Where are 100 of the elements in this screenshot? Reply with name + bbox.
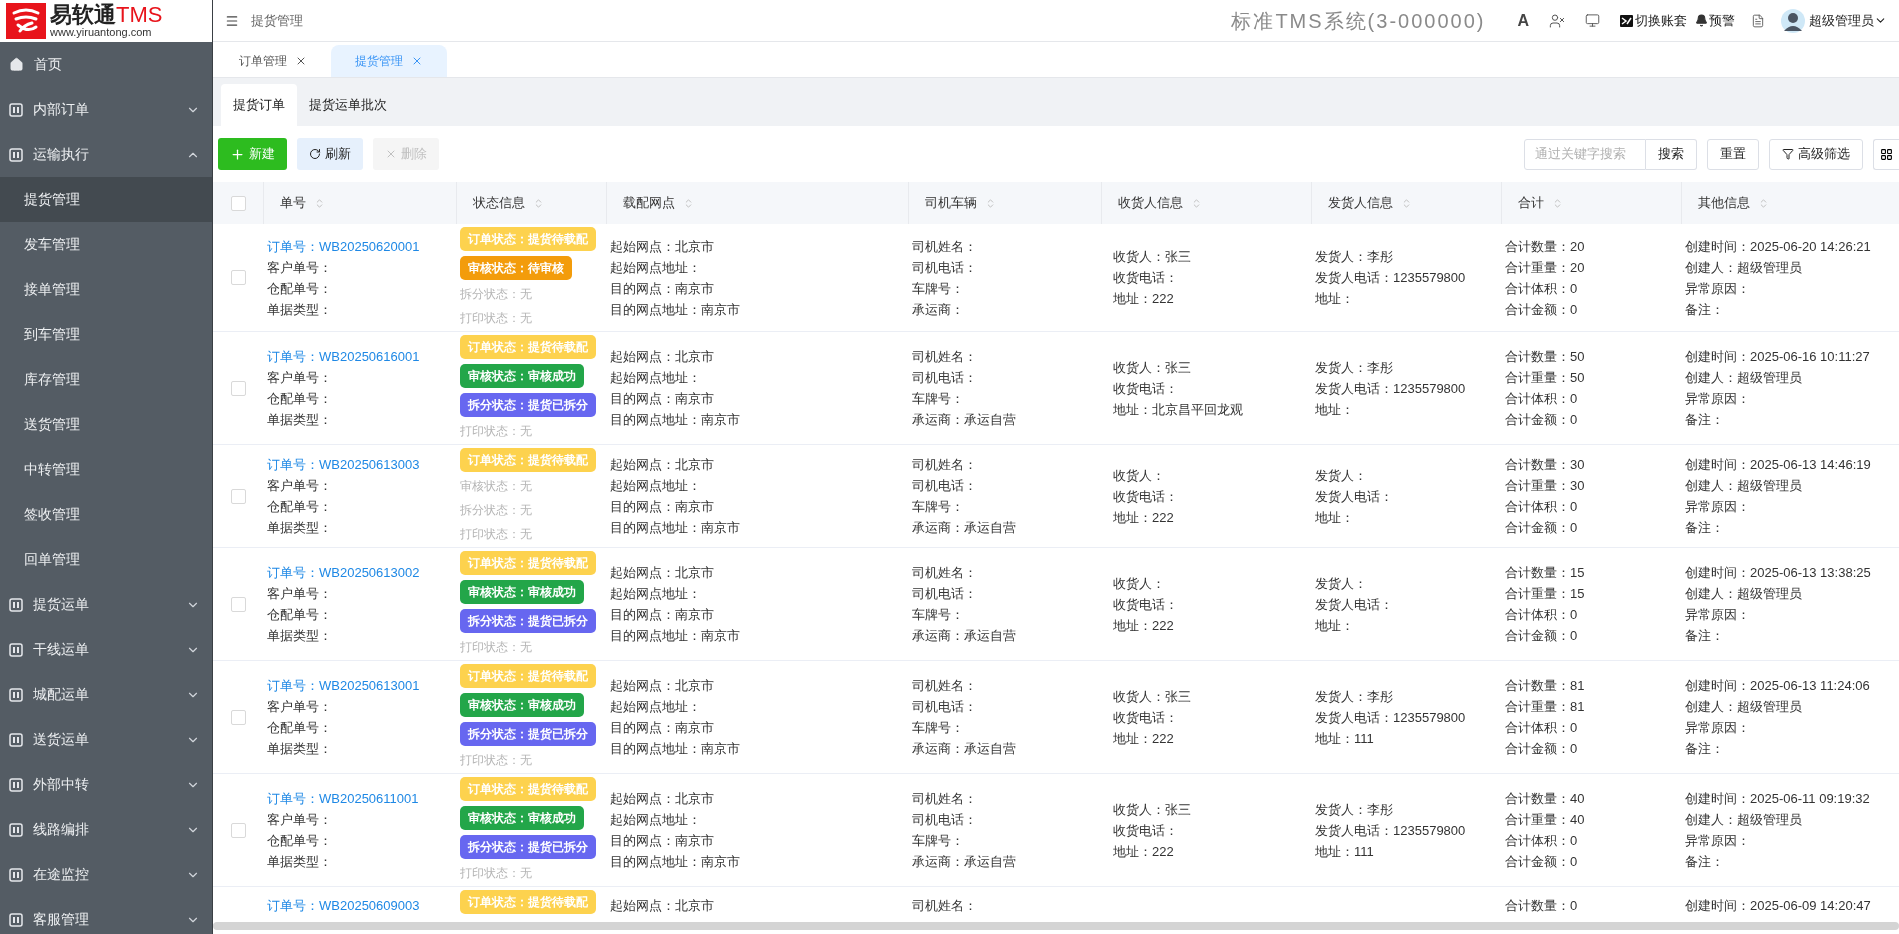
- logo-name: 易软通: [50, 4, 116, 26]
- sidebar-subitem[interactable]: 库存管理: [0, 357, 212, 402]
- user-x-icon[interactable]: [1549, 12, 1565, 29]
- order-number-link[interactable]: 订单号：WB20250609003: [267, 895, 452, 916]
- cell-text: 创建时间：2025-06-13 13:38:25: [1685, 564, 1872, 582]
- status-text: 打印状态：无: [460, 526, 532, 543]
- sidebar-subitem[interactable]: 送货管理: [0, 402, 212, 447]
- sidebar-item[interactable]: 在途监控: [0, 852, 212, 897]
- close-icon[interactable]: [295, 55, 307, 67]
- column-header[interactable]: 合计: [1518, 193, 1544, 213]
- sidebar-subitem[interactable]: 提货管理: [0, 177, 212, 222]
- cell-text: 合计金额：0: [1505, 300, 1579, 319]
- cell-text: 起始网点地址：: [610, 369, 702, 387]
- cell-text: 地址：: [1315, 616, 1355, 635]
- sort-icon[interactable]: [1401, 197, 1412, 209]
- cell-text: 备注：: [1685, 627, 1725, 645]
- cell-text: 发货人：李彤: [1315, 248, 1394, 266]
- cell-text: 司机姓名：: [912, 237, 978, 256]
- sidebar-item[interactable]: 首页: [0, 42, 212, 87]
- cell-text: 备注：: [1685, 853, 1725, 871]
- menu-grid-icon: [9, 102, 23, 117]
- column-header[interactable]: 收货人信息: [1118, 193, 1183, 213]
- sort-icon[interactable]: [683, 197, 694, 209]
- checkbox[interactable]: [230, 822, 246, 838]
- sub-tab[interactable]: 提货订单: [221, 84, 297, 126]
- checkbox[interactable]: [230, 709, 246, 725]
- sidebar-subitem[interactable]: 签收管理: [0, 492, 212, 537]
- status-tag: 审核状态：审核成功: [460, 806, 584, 830]
- sort-icon[interactable]: [314, 197, 325, 209]
- search-button[interactable]: 搜索: [1646, 138, 1697, 170]
- cell-text: 目的网点：南京市: [610, 832, 715, 850]
- column-header[interactable]: 司机车辆: [925, 193, 977, 213]
- switch-account-button[interactable]: 切换账套: [1620, 10, 1687, 31]
- cell-text: 单据类型：: [267, 300, 333, 319]
- sidebar-item[interactable]: 外部中转: [0, 762, 212, 807]
- cell-text: 司机电话：: [912, 698, 978, 716]
- sidebar-subitem[interactable]: 中转管理: [0, 447, 212, 492]
- sidebar-item[interactable]: 城配运单: [0, 672, 212, 717]
- cell-text: 合计体积：0: [1505, 719, 1579, 737]
- logo-suffix: TMS: [116, 4, 163, 26]
- horizontal-scrollbar[interactable]: [213, 922, 1899, 930]
- sort-icon[interactable]: [1758, 197, 1769, 209]
- cell-text: 发货人电话：: [1315, 595, 1394, 614]
- cell-text: 车牌号：: [912, 279, 965, 298]
- checkbox[interactable]: [230, 596, 246, 612]
- column-header[interactable]: 载配网点: [623, 193, 675, 213]
- alert-button[interactable]: 预警: [1695, 10, 1735, 31]
- cell-text: 合计数量：50: [1505, 348, 1586, 366]
- cell-text: 单据类型：: [267, 411, 333, 429]
- cell-text: 单据类型：: [267, 627, 333, 645]
- column-header[interactable]: 单号: [280, 193, 306, 213]
- menu-icon[interactable]: [225, 13, 239, 28]
- sidebar-subitem[interactable]: 到车管理: [0, 312, 212, 357]
- document-icon[interactable]: [1751, 13, 1765, 28]
- columns-button[interactable]: [1873, 138, 1899, 170]
- sidebar-subitem[interactable]: 接单管理: [0, 267, 212, 312]
- order-number-link[interactable]: 订单号：WB20250613002: [267, 562, 452, 583]
- sort-icon[interactable]: [533, 197, 544, 209]
- cell-text: 单据类型：: [267, 519, 333, 537]
- advanced-filter-button[interactable]: 高级筛选: [1769, 138, 1863, 170]
- font-size-button[interactable]: A: [1517, 8, 1529, 33]
- cell-text: 收货电话：: [1113, 269, 1179, 287]
- cell-text: 地址：: [1315, 400, 1355, 419]
- order-number-link[interactable]: 订单号：WB20250616001: [267, 346, 452, 367]
- checkbox[interactable]: [230, 270, 246, 285]
- column-header[interactable]: 状态信息: [473, 193, 525, 213]
- logo-mark-icon: [6, 3, 46, 39]
- cell-text: 创建人：超级管理员: [1685, 477, 1803, 495]
- order-number-link[interactable]: 订单号：WB20250613001: [267, 675, 452, 696]
- sidebar-item[interactable]: 内部订单: [0, 87, 212, 132]
- checkbox[interactable]: [230, 195, 246, 211]
- reset-button[interactable]: 重置: [1707, 138, 1759, 170]
- checkbox[interactable]: [230, 488, 246, 504]
- avatar[interactable]: [1781, 8, 1805, 33]
- sidebar-item[interactable]: 运输执行: [0, 132, 212, 177]
- monitor-icon[interactable]: [1585, 13, 1600, 28]
- sidebar-item[interactable]: 客服管理: [0, 897, 212, 934]
- column-header[interactable]: 发货人信息: [1328, 193, 1393, 213]
- sort-icon[interactable]: [1191, 197, 1202, 209]
- cell-text: 起始网点：北京市: [610, 790, 715, 808]
- sidebar-item[interactable]: 线路编排: [0, 807, 212, 852]
- order-number-link[interactable]: 订单号：WB20250613003: [267, 454, 452, 475]
- sidebar-subitem[interactable]: 回单管理: [0, 537, 212, 582]
- sidebar-item[interactable]: 送货运单: [0, 717, 212, 762]
- order-number-link[interactable]: 订单号：WB20250611001: [267, 788, 452, 809]
- cell-text: 收货电话：: [1113, 708, 1179, 727]
- sort-icon[interactable]: [985, 197, 996, 209]
- column-header[interactable]: 其他信息: [1698, 193, 1750, 213]
- refresh-button[interactable]: 刷新: [297, 138, 363, 170]
- sidebar-item[interactable]: 干线运单: [0, 627, 212, 672]
- status-text: 打印状态：无: [460, 423, 532, 440]
- cell-text: 单据类型：: [267, 740, 333, 758]
- sidebar-item[interactable]: 提货运单: [0, 582, 212, 627]
- page-tab[interactable]: 订单管理: [215, 45, 331, 77]
- sidebar-subitem[interactable]: 发车管理: [0, 222, 212, 267]
- order-number-link[interactable]: 订单号：WB20250620001: [267, 235, 452, 257]
- user-menu[interactable]: 超级管理员: [1809, 10, 1887, 31]
- status-tag: 订单状态：提货待载配: [460, 448, 596, 472]
- sort-icon[interactable]: [1552, 197, 1563, 209]
- checkbox[interactable]: [230, 380, 246, 396]
